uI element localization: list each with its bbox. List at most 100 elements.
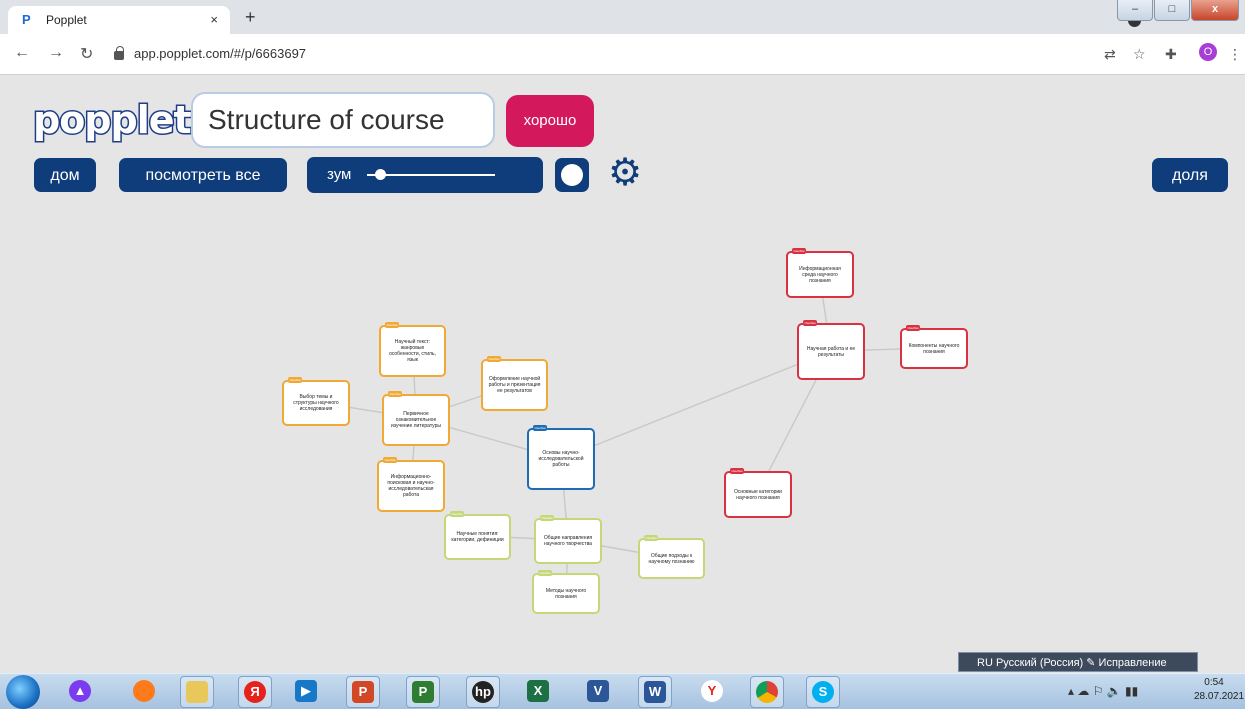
reload-icon[interactable]: ↻ — [80, 44, 93, 64]
new-tab-button[interactable]: + — [245, 7, 256, 28]
popple-tag: Ошибки — [487, 356, 501, 362]
popple-text: Оформление научной работы и презентация … — [488, 376, 541, 394]
close-window-button[interactable]: x — [1191, 0, 1239, 21]
popple-green[interactable]: Ошибки Общие направления научного творче… — [534, 515, 602, 564]
popple-tag: Ошибки — [803, 320, 817, 326]
connection-lines — [315, 273, 935, 594]
translate-icon[interactable]: ⇄ — [1104, 46, 1116, 63]
popple-tag: Ошибки — [450, 511, 464, 517]
popple-red[interactable]: Ошибки Компоненты научного познания — [900, 325, 968, 369]
skype-app-icon[interactable]: S — [806, 676, 840, 708]
popple-red[interactable]: Ошибки Основные категории научного позна… — [724, 468, 792, 518]
profile-avatar[interactable]: O — [1199, 43, 1217, 61]
url-text: app.popplet.com/#/p/6663697 — [134, 45, 307, 61]
popple-center[interactable]: Ошибки Основы научно-исследовательской р… — [527, 425, 595, 490]
zoom-label: зум — [327, 166, 352, 183]
share-button[interactable]: доля — [1152, 158, 1228, 192]
popple-tag: Ошибки — [906, 325, 920, 331]
clock[interactable]: 0:54 28.07.2021 — [1194, 676, 1244, 704]
popple-red[interactable]: Ошибки Научная работа и ее результаты — [797, 320, 865, 380]
popple-text: Информационная среда научного познания — [799, 265, 841, 284]
popple-tag: Ошибки — [388, 391, 402, 397]
firefox-app-icon[interactable] — [128, 676, 160, 706]
alice-app-icon[interactable]: ▲ — [64, 676, 96, 706]
explorer-app-icon[interactable] — [180, 676, 214, 708]
zoom-track[interactable] — [367, 174, 495, 176]
language-bar-text: RU Русский (Россия) ✎ Исправление — [977, 656, 1167, 669]
lock-icon — [114, 45, 124, 60]
browser-tabstrip: P Popplet × + – □ x — [0, 0, 1245, 34]
popplet-logo: popplet — [32, 97, 194, 144]
popple-text: Научный текст: жанровые особенности, сти… — [389, 339, 436, 363]
zoom-control[interactable]: зум — [307, 157, 543, 193]
bookmark-star-icon[interactable]: ☆ — [1133, 46, 1146, 63]
popple-text: Основные категории научного познания — [734, 488, 782, 501]
popple-text: Научные понятия: категории, дефиниции — [451, 531, 504, 543]
word-app-icon[interactable]: W — [638, 676, 672, 708]
popple-tag: Ошибки — [288, 377, 302, 383]
popple-text: Методы научного познания — [545, 587, 587, 600]
popple-orange[interactable]: Ошибки Первичное ознакомительное изучени… — [382, 391, 450, 446]
popple-tag: Ошибки — [730, 468, 744, 474]
popple-green[interactable]: Ошибки Научные понятия: категории, дефин… — [444, 511, 511, 560]
popple-tag: Ошибки — [385, 322, 399, 328]
popple-green[interactable]: Ошибки Методы научного познания — [532, 570, 600, 614]
chrome-app-icon[interactable] — [750, 676, 784, 708]
popplet-favicon-icon: P — [22, 12, 31, 27]
minimize-button[interactable]: – — [1117, 0, 1153, 21]
language-bar[interactable]: RU Русский (Россия) ✎ Исправление — [958, 652, 1198, 672]
popple-orange[interactable]: Ошибки Информационно-поисковая и научно-… — [377, 457, 445, 512]
browser-tab[interactable]: P Popplet × — [8, 6, 230, 34]
popple-red[interactable]: Ошибки Информационная среда научного поз… — [786, 248, 854, 298]
popple-tag: Ошибки — [383, 457, 397, 463]
popple-orange[interactable]: Ошибки Оформление научной работы и презе… — [481, 356, 548, 411]
popple-text: Компоненты научного познания — [908, 342, 960, 355]
popple-tag: Ошибки — [533, 425, 547, 431]
tab-title: Popplet — [46, 13, 87, 27]
address-bar[interactable]: app.popplet.com/#/p/6663697 — [108, 40, 1108, 66]
yandex-browser-app-icon[interactable]: Y — [696, 676, 728, 706]
forward-arrow-icon[interactable]: → — [48, 44, 64, 62]
popple-text: Научная работа и ее результаты — [806, 345, 856, 358]
yandex-app-icon[interactable]: Я — [238, 676, 272, 708]
popple-orange[interactable]: Ошибки Выбор темы и структуры научного и… — [282, 377, 350, 426]
project-app-icon[interactable]: P — [406, 676, 440, 708]
popple-green[interactable]: Ошибки Общие подходы к научному познанию — [638, 535, 705, 579]
media-player-app-icon[interactable]: ▶ — [290, 676, 322, 706]
menu-dots-icon[interactable]: ⋮ — [1228, 46, 1242, 63]
visio-app-icon[interactable]: V — [582, 676, 614, 706]
browser-toolbar: ← → ↻ app.popplet.com/#/p/6663697 ⇄ ☆ ✚ … — [0, 34, 1245, 75]
system-tray[interactable]: ▴ ☁ ⚐ 🔈 ▮▮ — [1068, 684, 1138, 698]
popple-tag: Ошибки — [538, 570, 552, 576]
maximize-button[interactable]: □ — [1154, 0, 1190, 21]
tab-close-icon[interactable]: × — [210, 12, 218, 27]
popple-tag: Ошибки — [644, 535, 658, 541]
popple-tag: Ошибки — [540, 515, 554, 521]
popple-tag: Ошибки — [792, 248, 806, 254]
popple-text: Выбор темы и структуры научного исследов… — [293, 394, 339, 412]
zoom-slider-handle[interactable] — [375, 169, 386, 180]
popplet-board[interactable]: Ошибки Основы научно-исследовательской р… — [0, 200, 1245, 650]
popple-text: Общие подходы к научному познанию — [648, 552, 695, 565]
excel-app-icon[interactable]: X — [522, 676, 554, 706]
window-controls: – □ x — [1117, 0, 1239, 21]
popple-text: Первичное ознакомительное изучение литер… — [391, 411, 441, 429]
start-button[interactable] — [6, 675, 40, 709]
popple-text: Информационно-поисковая и научно-исследо… — [387, 474, 435, 498]
extensions-puzzle-icon[interactable]: ✚ — [1165, 46, 1177, 63]
clock-time: 0:54 — [1204, 677, 1224, 688]
powerpoint-app-icon[interactable]: P — [346, 676, 380, 708]
popple-orange[interactable]: Ошибки Научный текст: жанровые особеннос… — [379, 322, 446, 377]
windows-taskbar: ▲ Я ▶ P P hp X V W Y S ▴ ☁ ⚐ 🔈 ▮▮ 0:54 2… — [0, 673, 1245, 709]
back-arrow-icon[interactable]: ← — [14, 44, 30, 62]
board-title-input[interactable]: Structure of course — [191, 92, 495, 148]
hp-app-icon[interactable]: hp — [466, 676, 500, 708]
ok-button[interactable]: хорошо — [506, 95, 594, 147]
popple-text: Общие направления научного творчества — [543, 535, 593, 547]
color-picker-button[interactable] — [555, 158, 589, 192]
view-all-button[interactable]: посмотреть все — [119, 158, 287, 192]
gear-icon[interactable]: ⚙ — [608, 153, 642, 193]
popple-text: Основы научно-исследовательской работы — [538, 450, 584, 468]
home-button[interactable]: дом — [34, 158, 96, 192]
link-line — [560, 350, 832, 460]
